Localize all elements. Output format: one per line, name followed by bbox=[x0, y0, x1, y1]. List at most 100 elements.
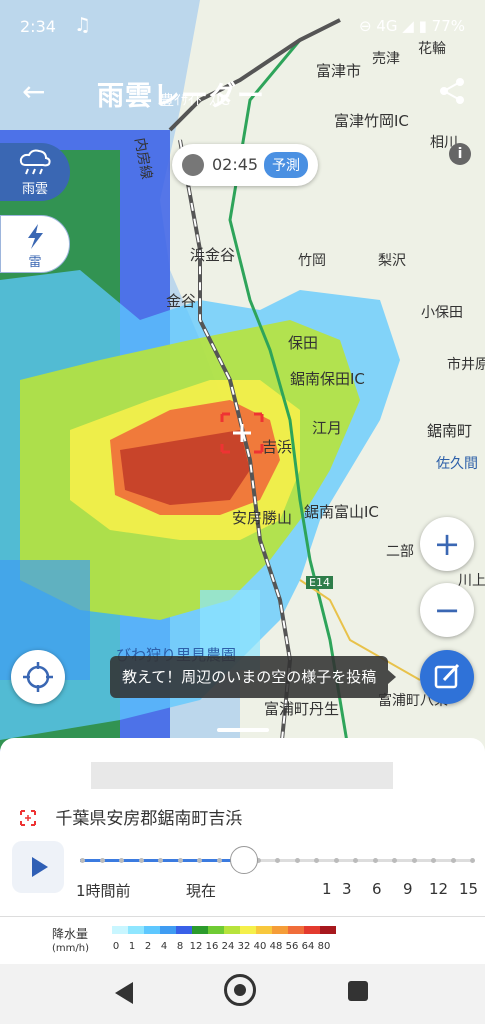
sheet-handle[interactable] bbox=[217, 728, 269, 732]
location-marker-icon bbox=[20, 810, 36, 826]
legend-swatch bbox=[192, 926, 208, 934]
layer-thunder-button[interactable]: 雷 bbox=[0, 215, 70, 273]
timeline-step-dot bbox=[197, 858, 202, 863]
legend-swatch bbox=[304, 926, 320, 934]
map-label: 小保田 bbox=[421, 305, 463, 321]
edit-icon bbox=[434, 663, 460, 689]
timeline-knob[interactable] bbox=[229, 846, 258, 874]
timeline-hour-label: 1 bbox=[322, 880, 332, 898]
legend-value: 4 bbox=[160, 941, 168, 952]
legend-values: 0 1 2 4 8 12 16 24 32 40 48 56 64 80 bbox=[108, 941, 332, 952]
legend-value: 48 bbox=[269, 941, 283, 952]
legend-swatch bbox=[128, 926, 144, 934]
forecast-time: 02:45 bbox=[212, 155, 259, 174]
nav-home-icon[interactable] bbox=[224, 974, 256, 1006]
legend-swatch bbox=[144, 926, 160, 934]
timeline-step-dot bbox=[99, 858, 105, 863]
current-location-button[interactable] bbox=[11, 650, 65, 704]
status-bar: 2:34 ♫ ⊖ 4G ◢ ▮ 77% bbox=[0, 0, 485, 52]
timeline-step-dot bbox=[138, 858, 144, 863]
legend-value: 56 bbox=[285, 941, 299, 952]
share-icon[interactable] bbox=[437, 76, 467, 106]
map-label: 鋸南富山IC bbox=[304, 503, 379, 521]
timeline-step-dot bbox=[372, 858, 378, 863]
timeline-step-dot bbox=[177, 858, 183, 863]
zoom-in-button[interactable]: + bbox=[420, 517, 474, 571]
zoom-out-button[interactable]: − bbox=[420, 583, 474, 637]
legend-swatch bbox=[176, 926, 192, 934]
map-label: 佐久間 bbox=[436, 456, 478, 472]
map-label: 市井原 bbox=[447, 357, 485, 373]
map-label: 梨沢 bbox=[378, 253, 406, 269]
location-row: 千葉県安房郡鋸南町吉浜 bbox=[20, 804, 242, 829]
clock-icon bbox=[182, 154, 204, 176]
timeline-step-dot bbox=[353, 858, 358, 863]
bottom-sheet: 千葉県安房郡鋸南町吉浜 1時間前 現在 1 3 6 9 12 15 bbox=[0, 728, 485, 916]
post-sky-report-button[interactable] bbox=[420, 650, 474, 704]
timeline-step-dot bbox=[431, 858, 436, 863]
legend-unit: (mm/h) bbox=[52, 943, 89, 954]
timeline-step-dot bbox=[119, 858, 124, 863]
status-icons: ⊖ 4G ◢ ▮ 77% bbox=[359, 17, 465, 35]
lightning-icon bbox=[28, 224, 43, 249]
nav-back-icon[interactable] bbox=[115, 982, 133, 1004]
location-name: 千葉県安房郡鋸南町吉浜 bbox=[55, 809, 243, 829]
timeline-hour-label: 12 bbox=[429, 880, 449, 898]
legend-swatch bbox=[224, 926, 240, 934]
timeline-step-dot bbox=[450, 858, 456, 863]
back-arrow-icon[interactable]: ← bbox=[22, 76, 54, 108]
legend-value: 2 bbox=[144, 941, 152, 952]
map-label: 竹岡 bbox=[298, 253, 326, 269]
timeline-start-label: 1時間前 bbox=[76, 882, 131, 900]
legend-value: 8 bbox=[176, 941, 184, 952]
timeline-hour-label: 15 bbox=[459, 880, 479, 898]
legend-swatch bbox=[160, 926, 176, 934]
post-tooltip: 教えて！周辺のいまの空の様子を投稿 bbox=[110, 656, 397, 698]
layer-thunder-label: 雷 bbox=[28, 255, 42, 270]
music-note-icon: ♫ bbox=[74, 14, 92, 36]
battery-icon: ▮ bbox=[418, 17, 427, 35]
loading-placeholder bbox=[91, 762, 393, 789]
map-label: 鋸南町 bbox=[427, 422, 473, 440]
legend-title: 降水量 bbox=[52, 927, 89, 941]
legend-value: 40 bbox=[253, 941, 267, 952]
legend-value: 80 bbox=[317, 941, 331, 952]
forecast-time-indicator[interactable]: 02:45 予測 bbox=[172, 144, 318, 186]
layer-rain-button[interactable]: 雨雲 bbox=[0, 143, 70, 201]
page-title: 雨雲レーダー bbox=[97, 81, 265, 112]
timeline-step-dot bbox=[333, 858, 339, 863]
map-label: 江月 bbox=[312, 419, 343, 437]
info-icon[interactable]: i bbox=[449, 143, 471, 165]
legend-swatch bbox=[208, 926, 224, 934]
nav-recents-icon[interactable] bbox=[348, 981, 368, 1001]
timeline-step-dot bbox=[80, 858, 85, 863]
precipitation-legend: 降水量 (mm/h) 0 1 2 4 8 12 16 24 32 40 48 56 64 80 bbox=[0, 916, 485, 965]
map-label: 金谷 bbox=[166, 292, 197, 310]
timeline-hour-label: 3 bbox=[342, 880, 352, 898]
legend-value: 64 bbox=[301, 941, 315, 952]
map-label: 二部 bbox=[386, 544, 414, 560]
battery-level: 77% bbox=[431, 17, 465, 35]
legend-swatch bbox=[256, 926, 272, 934]
legend-value: 0 bbox=[112, 941, 120, 952]
legend-value: 24 bbox=[221, 941, 235, 952]
legend-swatch bbox=[272, 926, 288, 934]
map-label: 保田 bbox=[288, 334, 319, 352]
timeline-slider[interactable] bbox=[80, 858, 475, 863]
timeline-step-dot bbox=[314, 858, 319, 863]
timeline-step-dot bbox=[216, 858, 222, 863]
system-nav-bar bbox=[0, 964, 485, 1024]
rain-cloud-icon bbox=[19, 149, 51, 175]
signal-icon: ◢ bbox=[402, 17, 419, 35]
legend-swatch bbox=[320, 926, 336, 934]
timeline-hour-label: 6 bbox=[372, 880, 382, 898]
app-bar: ← 雨雲レーダー bbox=[0, 52, 485, 132]
map-label: 富浦町丹生 bbox=[264, 700, 340, 718]
map-label: 安房勝山 bbox=[232, 509, 293, 527]
map-label: 吉浜 bbox=[262, 438, 293, 456]
network-type: 4G bbox=[376, 17, 398, 35]
status-time: 2:34 bbox=[20, 17, 56, 36]
timeline-step-dot bbox=[294, 858, 300, 863]
legend-value: 16 bbox=[205, 941, 219, 952]
play-button[interactable] bbox=[12, 841, 64, 893]
